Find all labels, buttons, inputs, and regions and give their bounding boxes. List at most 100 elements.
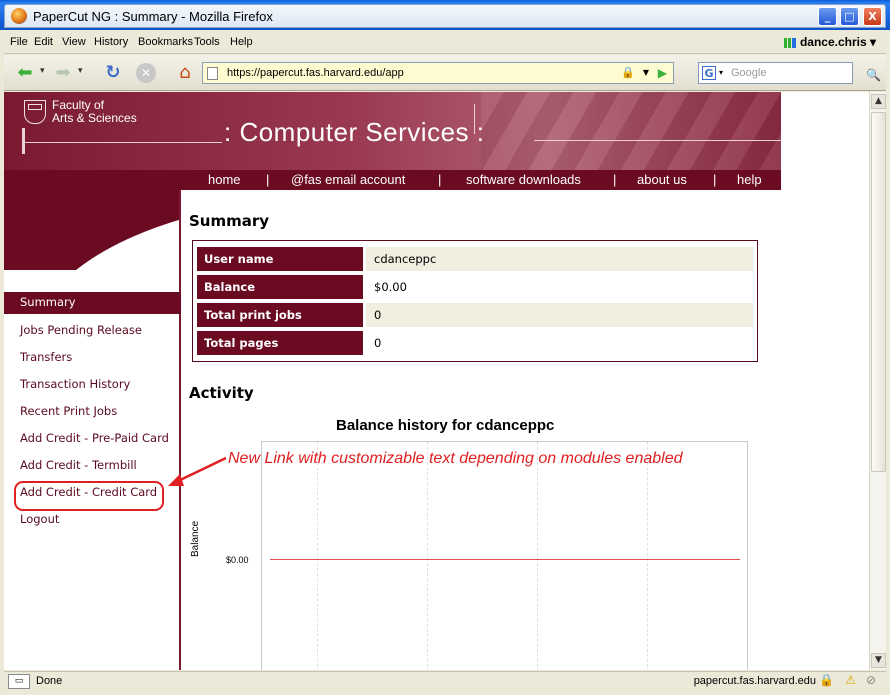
sidebar-item-summary[interactable]: Summary [4,292,181,314]
row-label: Total pages [197,331,363,355]
vertical-scrollbar[interactable]: ▲ ▼ [869,92,886,670]
security-lock-icon[interactable]: 🔒 [819,673,834,687]
menu-file[interactable]: File [10,36,28,48]
url-bar[interactable]: https://papercut.fas.harvard.edu/app 🔒 ▼… [202,62,674,84]
sidebar-item-transfers[interactable]: Transfers [4,347,181,369]
nav-separator: | [713,172,717,187]
site-title: : Computer Services : [224,117,485,147]
url-dropdown-icon[interactable]: ▼ [643,68,649,77]
summary-heading: Summary [189,212,270,230]
lock-icon[interactable]: 🔒 [621,66,635,79]
chart-title: Balance history for cdanceppc [336,417,555,434]
annotation-text: New Link with customizable text dependin… [228,450,683,467]
row-label: Balance [197,275,363,299]
table-row: Total pages 0 [197,329,753,357]
user-name: dance.chris [799,35,867,49]
chart-gridline [427,442,428,670]
sidebar-item-recent-print-jobs[interactable]: Recent Print Jobs [4,401,181,423]
chart-plot-area [261,441,748,670]
banner-decor-line [22,142,222,143]
user-menu[interactable]: dance.chris ▾ [783,35,876,49]
sidebar-item-add-credit-prepaid[interactable]: Add Credit - Pre-Paid Card [4,428,181,450]
search-bar[interactable]: G ▾ Google [698,62,853,84]
banner-decor-line [534,140,781,141]
row-value: 0 [366,303,753,327]
annotation-highlight-box [14,481,164,511]
menu-bar: File Edit View History Bookmarks Tools H… [4,32,886,54]
nav-software-link[interactable]: software downloads [466,172,581,187]
home-icon[interactable]: ⌂ [174,62,196,84]
back-dropdown-icon[interactable]: ▾ [40,66,45,76]
status-page-icon: ▭ [8,674,30,689]
banner-decor-line [22,128,25,154]
chart-y-tick-label: $0.00 [226,555,249,565]
warning-icon[interactable]: ⚠ [845,673,856,687]
nav-separator: | [266,172,270,187]
activity-heading: Activity [189,384,254,402]
row-label: Total print jobs [197,303,363,327]
nav-help-link[interactable]: help [737,172,762,187]
nav-separator: | [438,172,442,187]
annotation-arrow [168,456,227,486]
menu-bookmarks[interactable]: Bookmarks [138,36,193,48]
row-label: User name [197,247,363,271]
chart-gridline [317,442,318,670]
annotation-arrow-line [175,456,227,484]
site-banner: Faculty of Arts & Sciences : Computer Se… [4,92,781,170]
page-icon [207,67,218,80]
banner-texture [481,92,781,170]
balance-series-line [270,559,740,560]
summary-table: User name cdanceppc Balance $0.00 Total … [192,240,758,362]
scrollbar-thumb[interactable] [871,112,886,472]
stop-icon[interactable]: ✕ [136,63,156,83]
fas-line-2: Arts & Sciences [52,111,137,125]
signal-icon [783,37,796,48]
status-host: papercut.fas.harvard.edu [693,675,816,687]
window-title: PaperCut NG : Summary - Mozilla Firefox [33,9,273,24]
menu-tools[interactable]: Tools [194,36,220,48]
row-value: 0 [374,336,382,350]
maximize-button[interactable]: □ [840,7,859,26]
nav-about-link[interactable]: about us [637,172,687,187]
back-arrow-icon[interactable]: ⬅ [14,62,36,84]
url-text: https://papercut.fas.harvard.edu/app [227,67,404,79]
firefox-icon [11,8,27,24]
sidebar-item-transaction-history[interactable]: Transaction History [4,374,181,396]
sidebar-item-logout[interactable]: Logout [4,509,181,531]
scroll-up-icon[interactable]: ▲ [871,94,886,109]
search-engine-dropdown-icon[interactable]: ▾ [719,68,723,77]
minimize-button[interactable]: _ [818,7,837,26]
go-icon[interactable]: ▶ [658,66,667,80]
noscript-icon[interactable]: ⊘ [866,673,876,687]
shield-books [28,104,42,110]
titlebar-inner: PaperCut NG : Summary - Mozilla Firefox … [4,4,886,28]
status-bar: ▭ Done papercut.fas.harvard.edu 🔒 ⚠ ⊘ [4,671,886,691]
reload-icon[interactable]: ↻ [102,62,124,84]
annotation-arrowhead [168,474,184,486]
table-row: Total print jobs 0 [197,301,753,329]
menu-edit[interactable]: Edit [34,36,53,48]
forward-dropdown-icon[interactable]: ▾ [78,66,83,76]
menu-history[interactable]: History [94,36,128,48]
search-icon[interactable]: 🔍 [866,68,881,82]
forward-arrow-icon[interactable]: ➡ [52,62,74,84]
top-navigation: home | @fas email account | software dow… [4,170,781,190]
row-value: cdanceppc [366,247,753,271]
sidebar-item-jobs-pending-release[interactable]: Jobs Pending Release [4,320,181,342]
nav-home-link[interactable]: home [208,172,241,187]
harvard-shield-icon [24,100,46,124]
menu-view[interactable]: View [62,36,86,48]
nav-email-link[interactable]: @fas email account [291,172,405,187]
page-viewport: Faculty of Arts & Sciences : Computer Se… [4,92,869,670]
table-row: Balance $0.00 [197,273,753,301]
window-titlebar[interactable]: PaperCut NG : Summary - Mozilla Firefox … [0,0,890,30]
status-text: Done [36,675,63,687]
chart-y-axis-label: Balance [190,520,201,557]
table-row: User name cdanceppc [197,245,753,273]
menu-help[interactable]: Help [230,36,253,48]
scroll-down-icon[interactable]: ▼ [871,653,886,668]
close-button[interactable]: X [863,7,882,26]
sidebar-item-add-credit-termbill[interactable]: Add Credit - Termbill [4,455,181,477]
chart-gridline [647,442,648,670]
google-icon[interactable]: G [702,66,716,80]
